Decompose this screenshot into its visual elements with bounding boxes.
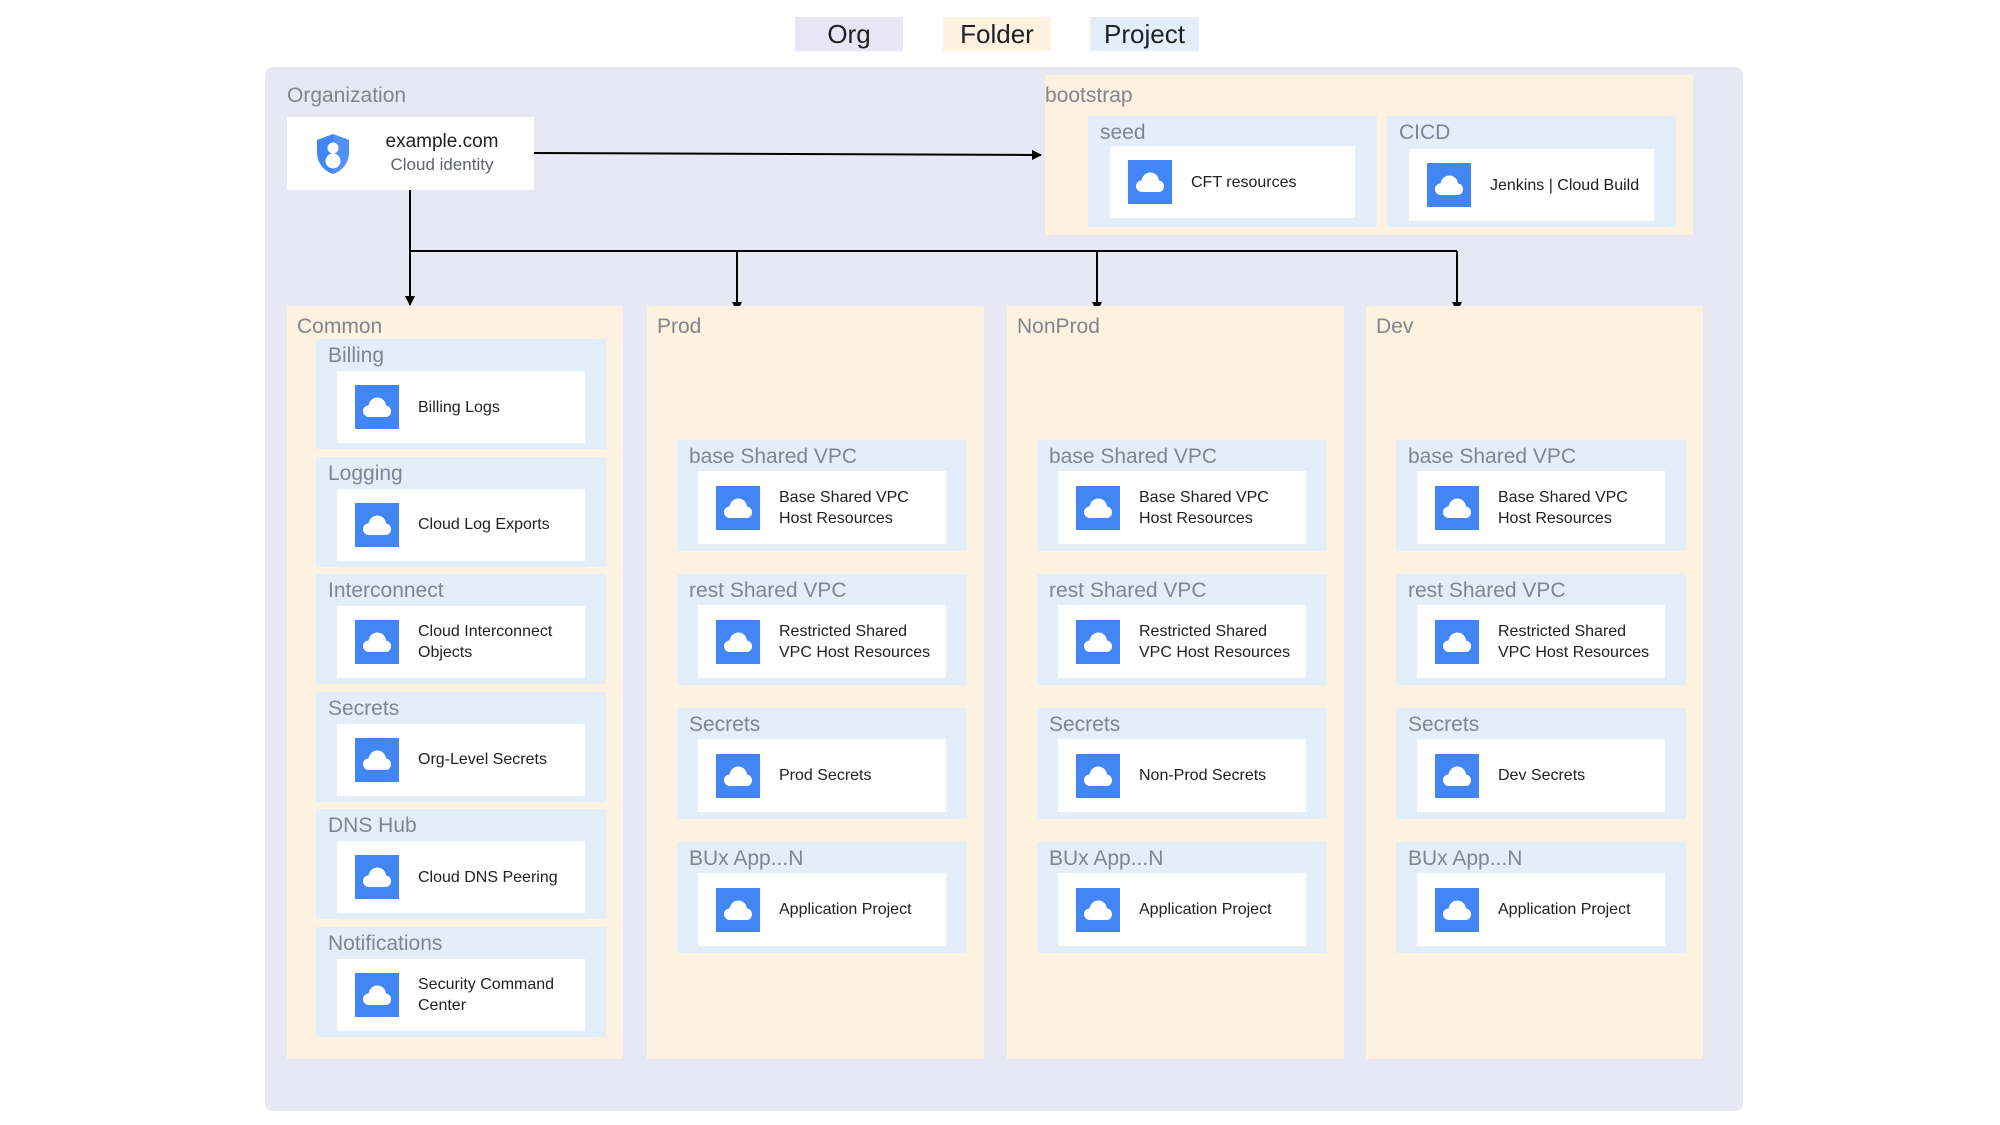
- resource-name: Application Project: [1139, 901, 1272, 918]
- cloud-icon: [716, 753, 760, 798]
- resource-name: Restricted Shared VPC Host Resources: [1498, 622, 1650, 661]
- project-label: Secrets: [328, 696, 400, 720]
- resource-card[interactable]: Prod Secrets: [698, 739, 946, 812]
- cloud-icon: [355, 972, 399, 1017]
- resource-card[interactable]: Cloud Log Exports: [337, 488, 585, 561]
- project-base-shared-vpc: base Shared VPC Base Shared VPC Host Reso…: [1396, 440, 1686, 551]
- resource-card[interactable]: Restricted Shared VPC Host Resources: [1417, 605, 1665, 678]
- connector-org-to-bootstrap: [533, 149, 1042, 160]
- resource-card[interactable]: Base Shared VPC Host Resources: [698, 471, 946, 544]
- resource-name: Non-Prod Secrets: [1139, 767, 1267, 784]
- cloud-icon: [1435, 619, 1479, 664]
- folder-label: NonProd: [1017, 315, 1100, 338]
- cloud-icon: [1435, 753, 1479, 798]
- project-dns-hub: DNS Hub Cloud DNS Peering: [316, 809, 606, 919]
- project-interconnect: Interconnect Cloud Interconnect Objects: [316, 574, 606, 684]
- cloud-icon: [1076, 485, 1120, 530]
- resource-card[interactable]: Restricted Shared VPC Host Resources: [1058, 605, 1306, 678]
- resource-name: Application Project: [779, 901, 912, 918]
- resource-name: Billing Logs: [418, 398, 500, 416]
- resource-name: Security Command Center: [418, 975, 555, 1014]
- project-label: rest Shared VPC: [1049, 579, 1207, 602]
- project-bux-app: BUx App...N Application Project: [677, 842, 967, 953]
- resource-card[interactable]: Application Project: [1417, 873, 1665, 946]
- project-secrets: Secrets Prod Secrets: [677, 708, 967, 819]
- resource-card[interactable]: Non-Prod Secrets: [1058, 739, 1306, 812]
- cloud-icon: [716, 619, 760, 664]
- cloud-icon: [1435, 485, 1479, 530]
- resource-name: Dev Secrets: [1498, 767, 1586, 784]
- cloud-icon: [355, 620, 399, 664]
- project-label: BUx App...N: [689, 847, 804, 870]
- project-label: rest Shared VPC: [689, 579, 847, 602]
- project-label: Billing: [328, 344, 385, 367]
- resource-card[interactable]: Restricted Shared VPC Host Resources: [698, 605, 946, 678]
- resource-card[interactable]: Org-Level Secrets: [337, 723, 585, 796]
- folder-label: Prod: [657, 315, 702, 338]
- project-bux-app: BUx App...N Application Project: [1037, 842, 1327, 953]
- project-secrets: Secrets Non-Prod Secrets: [1037, 708, 1327, 819]
- resource-card[interactable]: Base Shared VPC Host Resources: [1058, 471, 1306, 544]
- resource-name: Base Shared VPC Host Resources: [779, 488, 909, 527]
- project-label: base Shared VPC: [1408, 445, 1577, 468]
- resource-card[interactable]: Dev Secrets: [1417, 739, 1665, 812]
- project-logging: Logging Cloud Log Exports: [316, 456, 606, 567]
- project-label: Secrets: [1049, 713, 1121, 736]
- cloud-icon: [1076, 619, 1120, 664]
- project-label: base Shared VPC: [689, 445, 858, 468]
- cloud-icon: [1076, 753, 1120, 798]
- project-label: Interconnect: [328, 579, 444, 602]
- project-secrets: Secrets Org-Level Secrets: [316, 691, 606, 802]
- cloud-icon: [716, 485, 760, 530]
- resource-name: Restricted Shared VPC Host Resources: [779, 622, 931, 661]
- project-label: Secrets: [1408, 713, 1480, 736]
- resource-name: Cloud Log Exports: [418, 516, 550, 533]
- resource-name: Base Shared VPC Host Resources: [1498, 488, 1628, 527]
- resource-name: Application Project: [1498, 901, 1631, 918]
- resource-card[interactable]: Security Command Center: [337, 958, 585, 1031]
- project-label: BUx App...N: [1049, 847, 1164, 870]
- resource-name: Cloud DNS Peering: [418, 868, 558, 886]
- project-label: Secrets: [689, 713, 761, 736]
- project-base-shared-vpc: base Shared VPC Base Shared VPC Host Reso…: [1037, 440, 1327, 551]
- project-restricted-shared-vpc: rest Shared VPC Restricted Shared VPC Hos…: [1396, 574, 1686, 685]
- folder-label: Common: [297, 315, 383, 338]
- resource-name: Restricted Shared VPC Host Resources: [1139, 622, 1291, 661]
- cloud-icon: [355, 855, 399, 899]
- project-bux-app: BUx App...N Application Project: [1396, 842, 1686, 953]
- project-base-shared-vpc: base Shared VPC Base Shared VPC Host Reso…: [677, 440, 967, 551]
- project-secrets: Secrets Dev Secrets: [1396, 708, 1686, 819]
- cloud-icon: [355, 385, 399, 429]
- cloud-icon: [716, 887, 760, 932]
- resource-name: Org-Level Secrets: [418, 751, 547, 768]
- cloud-icon: [355, 502, 399, 547]
- project-restricted-shared-vpc: rest Shared VPC Restricted Shared VPC Hos…: [1037, 574, 1327, 685]
- folder-label: Dev: [1376, 315, 1414, 338]
- project-restricted-shared-vpc: rest Shared VPC Restricted Shared VPC Hos…: [677, 574, 967, 685]
- resource-card[interactable]: Base Shared VPC Host Resources: [1417, 471, 1665, 544]
- project-notifications: Notifications Security Command Center: [316, 926, 606, 1037]
- resource-card[interactable]: Cloud Interconnect Objects: [337, 606, 585, 678]
- resource-name: Cloud Interconnect Objects: [418, 623, 553, 661]
- project-label: DNS Hub: [328, 814, 417, 837]
- resource-name: Prod Secrets: [779, 767, 872, 784]
- project-label: BUx App...N: [1408, 847, 1523, 870]
- project-label: Logging: [328, 461, 403, 485]
- resource-card[interactable]: Application Project: [698, 873, 946, 946]
- project-label: rest Shared VPC: [1408, 579, 1566, 602]
- resource-card[interactable]: Billing Logs: [337, 371, 585, 443]
- project-label: base Shared VPC: [1049, 445, 1218, 468]
- resource-card[interactable]: Application Project: [1058, 873, 1306, 946]
- cloud-icon: [1076, 887, 1120, 932]
- resource-name: Base Shared VPC Host Resources: [1139, 488, 1269, 527]
- project-label: Notifications: [328, 931, 443, 955]
- project-billing: Billing Billing Logs: [316, 339, 606, 449]
- cloud-icon: [355, 737, 399, 782]
- cloud-icon: [1435, 887, 1479, 932]
- resource-card[interactable]: Cloud DNS Peering: [337, 841, 585, 913]
